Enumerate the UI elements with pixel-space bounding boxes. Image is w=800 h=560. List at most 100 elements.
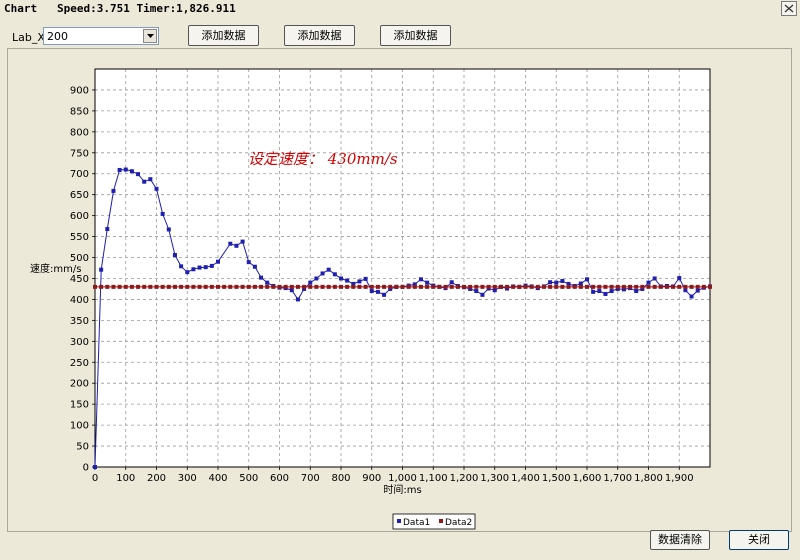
data-point-data2 — [621, 284, 626, 289]
data-point-data1 — [560, 278, 565, 283]
add-data-button-2[interactable]: 添加数据 — [284, 25, 355, 46]
data-point-data2 — [148, 284, 153, 289]
data-point-data1 — [474, 289, 479, 294]
x-tick-label: 0 — [92, 473, 98, 484]
data-point-data2 — [99, 284, 104, 289]
data-point-data2 — [302, 284, 307, 289]
data-point-data2 — [400, 284, 405, 289]
data-point-data1 — [166, 227, 171, 232]
x-tick-label: 800 — [331, 473, 350, 484]
data-point-data2 — [535, 284, 540, 289]
x-tick-label: 1,000 — [388, 473, 417, 484]
data-point-data2 — [259, 284, 264, 289]
data-point-data2 — [615, 284, 620, 289]
add-data-button-3[interactable]: 添加数据 — [380, 25, 451, 46]
data-point-data1 — [597, 289, 602, 294]
data-point-data2 — [142, 284, 147, 289]
add-data-button-1[interactable]: 添加数据 — [188, 25, 259, 46]
data-point-data1 — [677, 276, 682, 281]
data-point-data2 — [701, 284, 706, 289]
data-point-data2 — [412, 284, 417, 289]
data-point-data2 — [455, 284, 460, 289]
clear-data-button[interactable]: 数据清除 — [650, 530, 710, 550]
data-point-data2 — [179, 284, 184, 289]
data-point-data2 — [652, 284, 657, 289]
chevron-down-icon[interactable] — [143, 29, 157, 43]
lab-x-value: 200 — [47, 30, 68, 43]
data-point-data1 — [449, 280, 454, 285]
setpoint-annotation: 设定速度： 430mm/s — [248, 150, 398, 168]
data-point-data1 — [172, 253, 177, 258]
y-tick-label: 100 — [70, 421, 89, 432]
y-tick-label: 500 — [70, 253, 89, 264]
data-point-data2 — [431, 284, 436, 289]
data-point-data2 — [708, 284, 712, 289]
data-point-data1 — [609, 289, 614, 294]
data-point-data1 — [197, 265, 202, 270]
data-point-data2 — [529, 284, 534, 289]
y-tick-label: 550 — [70, 232, 89, 243]
data-point-data1 — [295, 297, 300, 302]
data-point-data1 — [148, 177, 153, 182]
close-button[interactable]: 关闭 — [729, 530, 789, 550]
data-point-data2 — [320, 284, 325, 289]
data-point-data1 — [99, 267, 104, 272]
data-point-data2 — [203, 284, 208, 289]
data-point-data1 — [123, 167, 128, 172]
data-point-data2 — [240, 284, 245, 289]
data-point-data1 — [308, 280, 313, 285]
data-point-data2 — [609, 284, 614, 289]
data-point-data1 — [652, 276, 657, 281]
window-title: Chart Speed:3.751 Timer:1,826.911 — [4, 2, 236, 15]
data-point-data2 — [658, 284, 663, 289]
data-point-data1 — [191, 267, 196, 272]
x-tick-label: 100 — [116, 473, 135, 484]
data-point-data2 — [505, 284, 510, 289]
y-tick-label: 50 — [76, 442, 89, 453]
x-tick-label: 1,100 — [419, 473, 448, 484]
data-point-data2 — [560, 284, 565, 289]
data-point-data2 — [369, 284, 374, 289]
x-tick-label: 1,400 — [511, 473, 540, 484]
x-tick-label: 400 — [208, 473, 227, 484]
data-point-data2 — [695, 284, 700, 289]
data-point-data1 — [154, 186, 159, 191]
data-point-data1 — [345, 278, 350, 283]
data-point-data2 — [462, 284, 466, 289]
data-point-data2 — [160, 284, 165, 289]
data-point-data1 — [554, 280, 559, 285]
data-point-data2 — [474, 284, 479, 289]
data-point-data1 — [585, 277, 589, 282]
data-point-data1 — [117, 167, 122, 172]
data-point-data2 — [154, 284, 159, 289]
data-point-data2 — [111, 284, 116, 289]
y-tick-label: 200 — [70, 379, 89, 390]
x-tick-label: 1,200 — [450, 473, 479, 484]
data-point-data2 — [271, 284, 276, 289]
data-point-data2 — [209, 284, 214, 289]
data-point-data2 — [172, 284, 177, 289]
data-point-data1 — [234, 243, 239, 248]
data-point-data1 — [646, 280, 651, 285]
close-icon[interactable] — [781, 1, 797, 16]
y-tick-label: 850 — [70, 106, 89, 117]
data-point-data1 — [634, 289, 639, 294]
data-point-data2 — [683, 284, 688, 289]
x-tick-label: 600 — [270, 473, 289, 484]
data-point-data2 — [345, 284, 350, 289]
data-point-data2 — [289, 284, 294, 289]
data-point-data1 — [179, 264, 184, 269]
x-tick-label: 1,700 — [603, 473, 632, 484]
data-point-data2 — [357, 284, 362, 289]
data-point-data2 — [295, 284, 300, 289]
lab-x-label: Lab_X — [12, 31, 45, 44]
data-point-data1 — [228, 241, 233, 246]
lab-x-select[interactable]: 200 — [43, 27, 159, 45]
data-point-data2 — [572, 284, 577, 289]
data-point-data1 — [93, 465, 97, 469]
y-tick-label: 300 — [70, 337, 89, 348]
data-point-data1 — [375, 289, 380, 294]
data-point-data1 — [332, 272, 337, 277]
data-point-data2 — [332, 284, 337, 289]
x-tick-label: 900 — [362, 473, 381, 484]
